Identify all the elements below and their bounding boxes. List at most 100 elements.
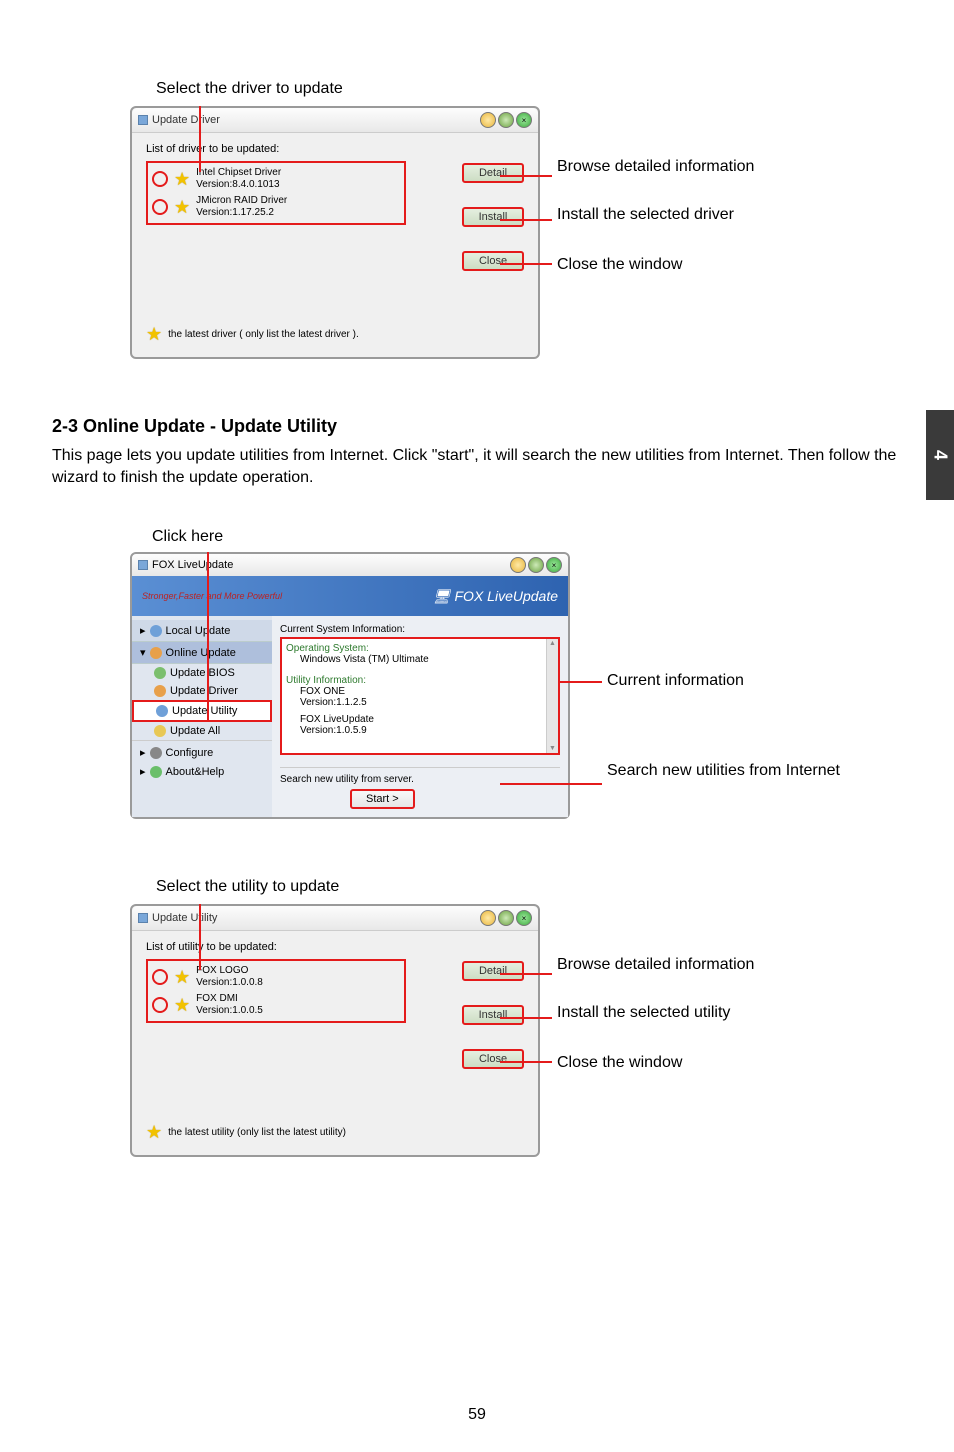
scrollbar[interactable] bbox=[546, 639, 558, 753]
latest-note-text: the latest utility (only list the latest… bbox=[168, 1127, 346, 1138]
nav-update-utility[interactable]: Update Utility bbox=[132, 700, 272, 722]
list-item-text: Intel Chipset DriverVersion:8.4.0.1013 bbox=[196, 167, 281, 191]
radio-icon[interactable] bbox=[152, 969, 168, 985]
callout-current-info: Current information bbox=[607, 672, 744, 690]
fox-liveupdate-window: FOX LiveUpdate × Stronger,Faster and Mor… bbox=[130, 552, 570, 819]
latest-note: ★ the latest driver ( only list the late… bbox=[146, 325, 524, 343]
latest-note: ★ the latest utility (only list the late… bbox=[146, 1123, 524, 1141]
dialog-title: Update Driver bbox=[152, 114, 220, 126]
dialog-titlebar: Update Driver × bbox=[132, 108, 538, 133]
list-label: List of utility to be updated: bbox=[146, 941, 524, 953]
callout-detail: Browse detailed information bbox=[557, 158, 754, 176]
utility-icon bbox=[156, 705, 168, 717]
nav-update-driver[interactable]: Update Driver bbox=[132, 682, 272, 700]
nav-configure[interactable]: ▸ Configure bbox=[132, 743, 272, 762]
section-paragraph: This page lets you update utilities from… bbox=[52, 445, 922, 488]
minimize-button[interactable] bbox=[510, 557, 526, 573]
dialog-titlebar: Update Utility × bbox=[132, 906, 538, 931]
callout-close: Close the window bbox=[557, 1054, 682, 1072]
os-header: Operating System: bbox=[286, 643, 554, 654]
dialog-title: Update Utility bbox=[152, 912, 217, 924]
side-page-tab: 4 bbox=[926, 410, 954, 500]
folder-icon bbox=[150, 625, 162, 637]
maximize-button[interactable] bbox=[528, 557, 544, 573]
list-label: List of driver to be updated: bbox=[146, 143, 524, 155]
update-utility-dialog: Update Utility × List of utility to be u… bbox=[130, 904, 540, 1157]
util-header: Utility Information: bbox=[286, 675, 554, 686]
install-button[interactable]: Install bbox=[462, 207, 524, 227]
list-item[interactable]: ★ Intel Chipset DriverVersion:8.4.0.1013 bbox=[150, 165, 402, 193]
app-icon bbox=[138, 560, 148, 570]
callout-install: Install the selected utility bbox=[557, 1004, 730, 1022]
page-number: 59 bbox=[0, 1406, 954, 1424]
list-item-text: FOX LOGOVersion:1.0.0.8 bbox=[196, 965, 263, 989]
list-item[interactable]: ★ JMicron RAID DriverVersion:1.17.25.2 bbox=[150, 193, 402, 221]
section-heading: 2-3 Online Update - Update Utility bbox=[52, 416, 922, 437]
gear-icon bbox=[150, 747, 162, 759]
banner-title: 🖥 FOX LiveUpdate bbox=[433, 588, 558, 605]
callout-search: Search new utilities from Internet bbox=[607, 762, 840, 780]
detail-button[interactable]: Detail bbox=[462, 961, 524, 981]
app-icon bbox=[138, 115, 148, 125]
list-item[interactable]: ★ FOX LOGOVersion:1.0.0.8 bbox=[150, 963, 402, 991]
dialog-title: FOX LiveUpdate bbox=[152, 559, 233, 571]
nav-update-all[interactable]: Update All bbox=[132, 722, 272, 740]
help-icon bbox=[150, 766, 162, 778]
close-button[interactable]: Close bbox=[462, 251, 524, 271]
list-item-text: FOX DMIVersion:1.0.0.5 bbox=[196, 993, 263, 1017]
install-button[interactable]: Install bbox=[462, 1005, 524, 1025]
system-info-box: Operating System: Windows Vista (TM) Ult… bbox=[280, 637, 560, 755]
driver-list[interactable]: ★ Intel Chipset DriverVersion:8.4.0.1013… bbox=[146, 161, 406, 225]
star-icon: ★ bbox=[146, 1123, 162, 1141]
latest-note-text: the latest driver ( only list the latest… bbox=[168, 329, 359, 340]
fig1-caption: Select the driver to update bbox=[156, 80, 922, 98]
nav-local-update[interactable]: ▸ Local Update bbox=[132, 620, 272, 642]
util-name: FOX ONE bbox=[286, 686, 554, 697]
driver-icon bbox=[154, 685, 166, 697]
callout-close: Close the window bbox=[557, 256, 682, 274]
util-name: FOX LiveUpdate bbox=[286, 714, 554, 725]
update-all-icon bbox=[154, 725, 166, 737]
star-icon: ★ bbox=[174, 996, 190, 1014]
callout-detail: Browse detailed information bbox=[557, 956, 754, 974]
click-here-label: Click here bbox=[152, 528, 922, 546]
callout-install: Install the selected driver bbox=[557, 206, 734, 224]
star-icon: ★ bbox=[174, 968, 190, 986]
util-version: Version:1.1.2.5 bbox=[286, 697, 554, 708]
star-icon: ★ bbox=[146, 325, 162, 343]
nav-sidebar: ▸ Local Update ▾ Online Update Update BI… bbox=[132, 616, 272, 817]
update-driver-dialog: Update Driver × List of driver to be upd… bbox=[130, 106, 540, 359]
star-icon: ★ bbox=[174, 170, 190, 188]
dialog-titlebar: FOX LiveUpdate × bbox=[132, 554, 568, 576]
nav-update-bios[interactable]: Update BIOS bbox=[132, 664, 272, 682]
nav-online-update[interactable]: ▾ Online Update bbox=[132, 642, 272, 664]
list-item-text: JMicron RAID DriverVersion:1.17.25.2 bbox=[196, 195, 287, 219]
start-button[interactable]: Start > bbox=[350, 789, 415, 809]
minimize-button[interactable] bbox=[480, 910, 496, 926]
close-button[interactable]: Close bbox=[462, 1049, 524, 1069]
detail-button[interactable]: Detail bbox=[462, 163, 524, 183]
close-window-button[interactable]: × bbox=[516, 910, 532, 926]
radio-icon[interactable] bbox=[152, 171, 168, 187]
minimize-button[interactable] bbox=[480, 112, 496, 128]
os-value: Windows Vista (TM) Ultimate bbox=[286, 654, 554, 665]
close-window-button[interactable]: × bbox=[546, 557, 562, 573]
info-header: Current System Information: bbox=[280, 624, 560, 635]
star-icon: ★ bbox=[174, 198, 190, 216]
maximize-button[interactable] bbox=[498, 112, 514, 128]
search-label: Search new utility from server. bbox=[280, 774, 560, 785]
app-icon bbox=[138, 913, 148, 923]
close-window-button[interactable]: × bbox=[516, 112, 532, 128]
fig3-caption: Select the utility to update bbox=[156, 878, 922, 896]
chip-icon bbox=[154, 667, 166, 679]
radio-icon[interactable] bbox=[152, 199, 168, 215]
globe-icon bbox=[150, 647, 162, 659]
utility-list[interactable]: ★ FOX LOGOVersion:1.0.0.8 ★ FOX DMIVersi… bbox=[146, 959, 406, 1023]
radio-icon[interactable] bbox=[152, 997, 168, 1013]
list-item[interactable]: ★ FOX DMIVersion:1.0.0.5 bbox=[150, 991, 402, 1019]
nav-about-help[interactable]: ▸ About&Help bbox=[132, 762, 272, 781]
util-version: Version:1.0.5.9 bbox=[286, 725, 554, 736]
maximize-button[interactable] bbox=[498, 910, 514, 926]
banner: Stronger,Faster and More Powerful 🖥 FOX … bbox=[132, 576, 568, 616]
slogan-text: Stronger,Faster and More Powerful bbox=[142, 591, 282, 601]
